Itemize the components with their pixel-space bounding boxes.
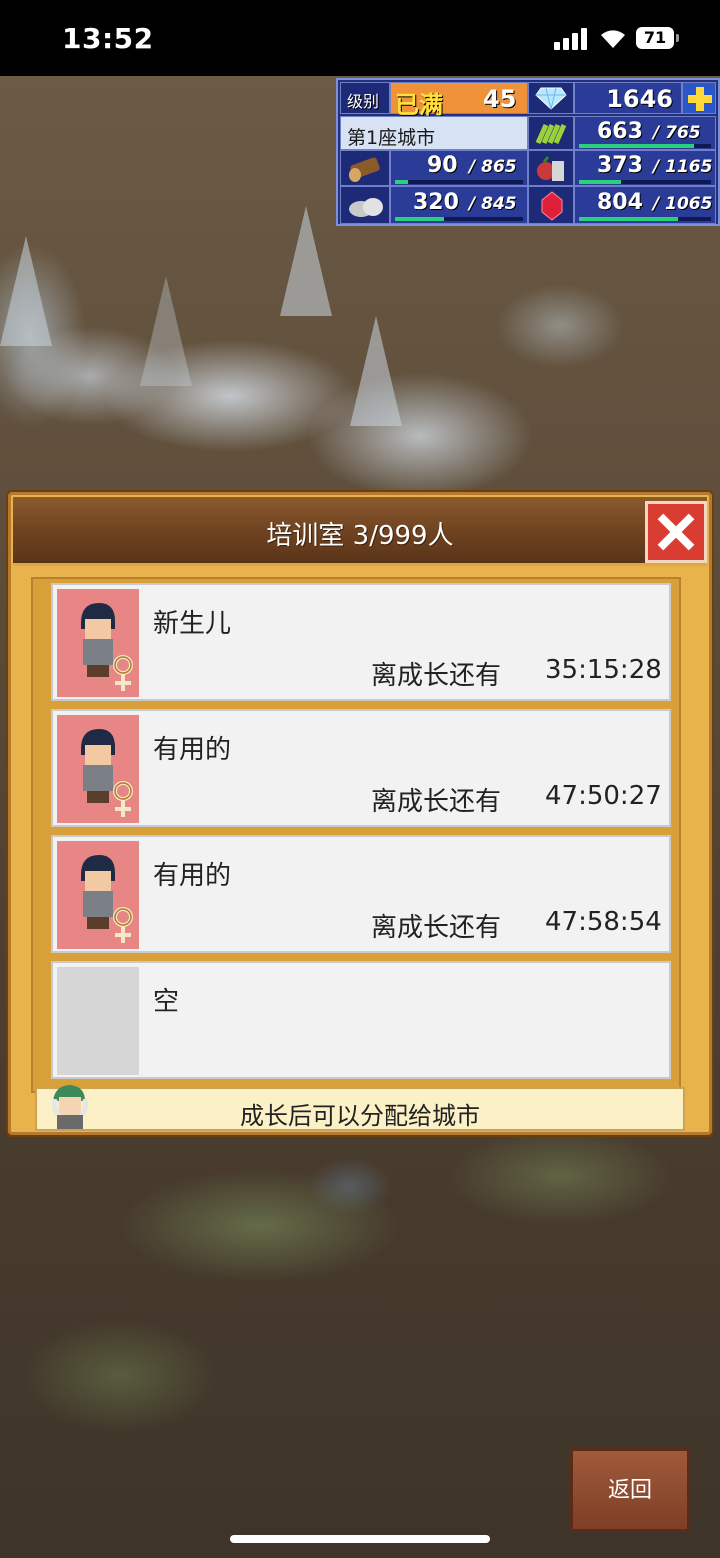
crop-cell: 663 / 765 xyxy=(574,116,716,150)
diamond-icon xyxy=(535,87,567,110)
growth-timer: 35:15:28 xyxy=(545,655,662,685)
trainee-portrait xyxy=(57,589,139,697)
level-label-cell: 级别 xyxy=(340,82,390,114)
child-character-icon xyxy=(81,729,133,817)
empty-portrait xyxy=(57,967,139,1075)
back-button[interactable]: 返回 xyxy=(570,1448,690,1532)
food-cell: 373 / 1165 xyxy=(574,150,716,186)
food-bar xyxy=(579,180,621,184)
dialog-title-bar: 培训室 3/999人 xyxy=(13,497,707,566)
stone-cell: 320 / 845 xyxy=(390,186,528,224)
child-character-icon xyxy=(81,855,133,943)
food-value: 373 xyxy=(597,153,643,178)
ruby-icon-cell xyxy=(528,186,574,224)
crop-max: / 765 xyxy=(653,123,701,143)
wood-cell: 90 / 865 xyxy=(390,150,528,186)
snow-tree xyxy=(350,316,402,426)
snow-tree xyxy=(140,276,192,386)
gem-count-cell: 1646 xyxy=(574,82,682,114)
stone-max: / 845 xyxy=(469,194,517,214)
level-status: 已满 xyxy=(395,91,443,119)
stone-value: 320 xyxy=(413,190,459,215)
gem-icon-cell xyxy=(528,82,574,114)
food-icon xyxy=(537,156,564,181)
wifi-icon xyxy=(601,30,625,48)
signal-icon xyxy=(554,28,588,50)
trainee-row[interactable]: 有用的 离成长还有 47:58:54 xyxy=(51,835,671,953)
food-icon-cell xyxy=(528,150,574,186)
crop-value: 663 xyxy=(597,119,643,144)
food-max: / 1165 xyxy=(653,157,713,177)
training-room-dialog: 培训室 3/999人 新生儿 离成长还有 35:15:28 有用的 离成长还有 … xyxy=(8,492,712,1135)
trainee-row[interactable]: 有用的 离成长还有 47:50:27 xyxy=(51,709,671,827)
ruby-max: / 1065 xyxy=(653,194,713,214)
trainee-row[interactable]: 新生儿 离成长还有 35:15:28 xyxy=(51,583,671,701)
child-character-icon xyxy=(81,603,133,691)
growth-label: 离成长还有 xyxy=(371,661,502,691)
dialog-title: 培训室 3/999人 xyxy=(266,521,454,551)
slot-name: 空 xyxy=(153,987,180,1017)
growth-label: 离成长还有 xyxy=(371,913,502,943)
growth-timer: 47:50:27 xyxy=(545,781,662,811)
ruby-icon xyxy=(541,191,563,221)
wood-icon xyxy=(349,157,380,182)
ruby-cell: 804 / 1065 xyxy=(574,186,716,224)
trainee-portrait xyxy=(57,715,139,823)
growth-timer: 47:58:54 xyxy=(545,907,662,937)
battery-icon: 71 xyxy=(636,27,674,49)
status-time: 13:52 xyxy=(62,22,154,55)
status-bar: 13:52 71 xyxy=(0,0,720,76)
wood-max: / 865 xyxy=(469,157,517,177)
ruby-value: 804 xyxy=(597,190,643,215)
wood-icon-cell xyxy=(340,150,390,186)
trainee-name: 有用的 xyxy=(153,735,232,765)
stone-bar xyxy=(395,217,444,221)
snow-tree xyxy=(0,236,52,346)
city-name: 第1座城市 xyxy=(347,127,436,149)
stone-icon xyxy=(349,198,383,217)
close-button[interactable] xyxy=(645,501,707,563)
resource-hud: 级别 已满 45 1646 第1座城市 663 / 765 90 / 865 3… xyxy=(336,78,720,226)
growth-label: 离成长还有 xyxy=(371,787,502,817)
wood-value: 90 xyxy=(427,153,458,178)
ruby-bar xyxy=(579,217,678,221)
hint-bar: 成长后可以分配给城市 xyxy=(35,1085,685,1131)
trainee-name: 有用的 xyxy=(153,861,232,891)
buy-gems-button[interactable] xyxy=(682,82,716,114)
trainee-name: 新生儿 xyxy=(153,609,232,639)
empty-slot-row[interactable]: 空 xyxy=(51,961,671,1079)
crop-icon-cell xyxy=(528,116,574,150)
city-name-cell[interactable]: 第1座城市 xyxy=(340,116,528,150)
crop-bar xyxy=(579,144,694,148)
snow-tree xyxy=(280,206,332,316)
trainee-portrait xyxy=(57,841,139,949)
home-indicator[interactable] xyxy=(230,1535,490,1543)
crop-icon xyxy=(535,123,567,145)
hint-text: 成长后可以分配给城市 xyxy=(240,1102,480,1130)
wood-bar xyxy=(395,180,408,184)
gem-count: 1646 xyxy=(606,85,673,113)
level-label: 级别 xyxy=(347,92,380,111)
stone-icon-cell xyxy=(340,186,390,224)
level-cell: 已满 45 xyxy=(390,82,528,119)
level-value: 45 xyxy=(483,85,517,113)
battery-tip xyxy=(676,34,679,42)
